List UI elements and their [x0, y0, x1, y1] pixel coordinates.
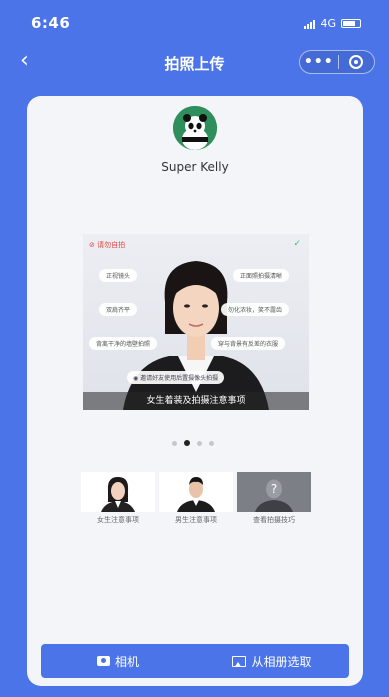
album-button[interactable]: 从相册选取	[195, 644, 349, 678]
panda-avatar-icon	[173, 106, 217, 150]
status-indicators: 4G	[304, 17, 361, 30]
status-bar: 6:46 4G	[0, 0, 389, 44]
tip-label: 正视镜头	[99, 269, 138, 282]
battery-icon	[341, 19, 361, 28]
camera-button[interactable]: 相机	[41, 644, 195, 678]
tip-label: 勿化浓妆，笑不露齿	[221, 303, 290, 316]
tile-tips-label: 查看拍摄技巧	[253, 516, 295, 524]
carousel-dot[interactable]	[172, 440, 177, 446]
tip-label: 正面照拍摄清晰	[233, 269, 290, 282]
tile-tips-image: ?	[237, 472, 311, 512]
carousel-dot[interactable]	[209, 440, 214, 446]
camera-tip-text: 邀请好友使用后置摄像头拍摄	[140, 375, 219, 382]
tile-photo-tips[interactable]: ? 查看拍摄技巧	[237, 472, 311, 525]
carousel-dot[interactable]	[197, 440, 202, 446]
status-time: 6:46	[31, 14, 71, 32]
tile-female-notes[interactable]: 女生注意事项	[81, 472, 155, 525]
miniprogram-capsule: •••	[299, 50, 375, 74]
tile-female-image	[81, 472, 155, 512]
no-selfie-text: 请勿自拍	[97, 241, 126, 249]
carousel-dot-active[interactable]	[184, 440, 190, 446]
tip-label: 穿与背景有反差的衣服	[211, 337, 286, 350]
upload-actions-bar: 相机 从相册选取	[41, 644, 349, 678]
svg-text:?: ?	[271, 482, 277, 496]
avatar[interactable]	[173, 106, 217, 150]
camera-tip: ◉ 邀请好友使用后置摄像头拍摄	[127, 371, 225, 384]
signal-icon	[304, 19, 316, 29]
check-icon: ✓	[293, 239, 301, 249]
guide-tiles: 女生注意事项 男生注意事项 ? 查看拍摄技巧	[81, 472, 311, 525]
banner-caption: 女生着装及拍摄注意事项	[83, 392, 309, 410]
carousel-indicator	[172, 440, 214, 446]
image-icon	[232, 655, 247, 667]
user-name: Super Kelly	[161, 160, 229, 174]
tile-female-label: 女生注意事项	[97, 516, 139, 524]
camera-icon	[96, 656, 110, 666]
tip-label: 背离干净的墙壁拍照	[89, 337, 158, 350]
no-selfie-warning: ⊘ 请勿自拍	[89, 241, 126, 249]
tip-label: 双肩齐平	[99, 303, 138, 316]
guide-banner[interactable]: ⊘ 请勿自拍 ✓ 正视镜头 正面照拍摄清晰 双肩齐平 勿化浓妆，笑不露齿 背离干…	[83, 234, 309, 410]
nav-bar: ‹ 拍照上传 •••	[0, 44, 389, 80]
more-icon[interactable]: •••	[300, 55, 338, 69]
tile-male-label: 男生注意事项	[175, 516, 217, 524]
tile-male-image	[159, 472, 233, 512]
content-card: Super Kelly ⊘ 请勿自拍 ✓ 正视镜头 正面照拍摄清晰 双肩齐平 勿…	[27, 96, 363, 686]
close-miniprogram-icon[interactable]	[338, 55, 374, 69]
album-button-label: 从相册选取	[251, 654, 312, 669]
camera-button-label: 相机	[114, 654, 139, 669]
tile-male-notes[interactable]: 男生注意事项	[159, 472, 233, 525]
network-label: 4G	[320, 17, 336, 30]
